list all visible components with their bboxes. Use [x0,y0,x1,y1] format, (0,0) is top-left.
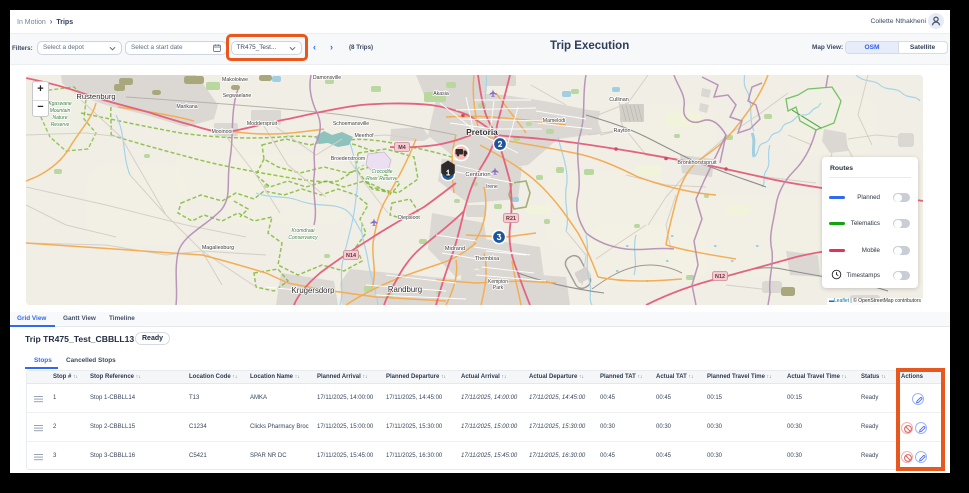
svg-text:Akasia: Akasia [433,91,449,97]
svg-text:Broederstroom: Broederstroom [331,156,365,162]
svg-text:Rustenburg: Rustenburg [76,92,115,101]
svg-text:Conservancy: Conservancy [288,235,318,241]
svg-text:Makolokwe: Makolokwe [222,77,248,83]
svg-text:Mooinooi: Mooinooi [211,129,232,135]
svg-text:Kromdraai: Kromdraai [291,228,315,234]
svg-text:Pretoria: Pretoria [466,127,498,137]
svg-text:Damonsville: Damonsville [313,75,341,81]
svg-text:Meerhof: Meerhof [354,133,374,139]
svg-text:Modderspruit: Modderspruit [247,121,278,127]
svg-text:Reserve: Reserve [51,122,70,128]
svg-text:Mamelodi: Mamelodi [543,118,566,124]
svg-text:Randburg: Randburg [388,285,422,294]
svg-text:R21: R21 [506,216,516,222]
svg-text:River Reserve: River Reserve [366,176,398,182]
svg-text:Centurion: Centurion [465,172,490,178]
svg-text:N12: N12 [715,274,725,280]
svg-text:Diepsloot: Diepsloot [398,215,420,221]
svg-text:Thembisa: Thembisa [475,256,500,262]
svg-text:Crocodile: Crocodile [371,169,392,175]
svg-text:Nature: Nature [52,115,67,121]
svg-text:Krugersdorp: Krugersdorp [292,286,336,295]
svg-text:Mountain: Mountain [50,108,71,114]
svg-text:Magaliesburg: Magaliesburg [202,245,234,251]
svg-text:Marikana: Marikana [176,104,197,110]
svg-text:Segwaelane: Segwaelane [223,93,252,99]
svg-text:Cullinan: Cullinan [609,97,628,103]
svg-text:Bronkhorstspruit: Bronkhorstspruit [677,160,717,166]
svg-text:Rayton: Rayton [613,128,630,134]
svg-text:Irene: Irene [486,184,498,190]
svg-text:Kgaswane: Kgaswane [48,101,72,107]
svg-text:Schoemansville: Schoemansville [333,121,369,127]
svg-text:Midrand: Midrand [445,246,465,252]
svg-text:N14: N14 [346,253,356,259]
svg-text:Park: Park [493,285,504,291]
svg-text:M4: M4 [398,145,406,151]
